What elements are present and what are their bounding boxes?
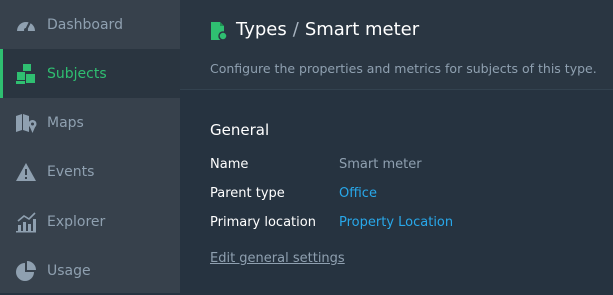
sidebar-item-label: Usage [47,262,91,279]
subjects-icon [15,63,37,85]
sidebar-item-label: Maps [47,114,84,131]
sidebar-item-subjects[interactable]: Subjects [0,49,180,98]
pie-icon [15,260,37,282]
sidebar-item-usage[interactable]: Usage [0,246,180,295]
sidebar-item-label: Dashboard [47,16,123,33]
field-value-name: Smart meter [339,157,422,172]
subject-type-icon [210,21,228,41]
breadcrumb-types[interactable]: Types [236,19,287,40]
sidebar-item-label: Subjects [47,65,107,82]
sidebar-item-explorer[interactable]: Explorer [0,197,180,246]
breadcrumb-separator: / [292,19,299,40]
sidebar-item-label: Events [47,163,95,180]
parent-type-link[interactable]: Office [339,186,377,201]
chart-icon [15,211,37,233]
sidebar-item-events[interactable]: Events [0,147,180,196]
map-icon [15,112,37,134]
edit-general-settings-link[interactable]: Edit general settings [210,251,345,266]
sidebar: Dashboard Subjects Maps Events Explorer … [0,0,180,293]
sidebar-item-label: Explorer [47,213,106,230]
breadcrumb: Types / Smart meter [236,19,419,40]
page-header: Types / Smart meter Configure the properti… [180,0,613,90]
sidebar-item-maps[interactable]: Maps [0,98,180,147]
sidebar-item-dashboard[interactable]: Dashboard [0,0,180,49]
active-indicator [0,49,3,98]
warning-icon [15,161,37,183]
primary-location-link[interactable]: Property Location [339,215,453,230]
field-label-parent-type: Parent type [210,186,285,201]
main-content: Types / Smart meter Configure the properti… [180,0,613,293]
page-subtitle: Configure the properties and metrics for… [210,61,597,76]
section-title-general: General [210,121,270,139]
page-title: Smart meter [304,19,420,40]
gauge-icon [15,14,37,36]
field-label-name: Name [210,157,249,172]
field-label-primary-location: Primary location [210,215,316,230]
